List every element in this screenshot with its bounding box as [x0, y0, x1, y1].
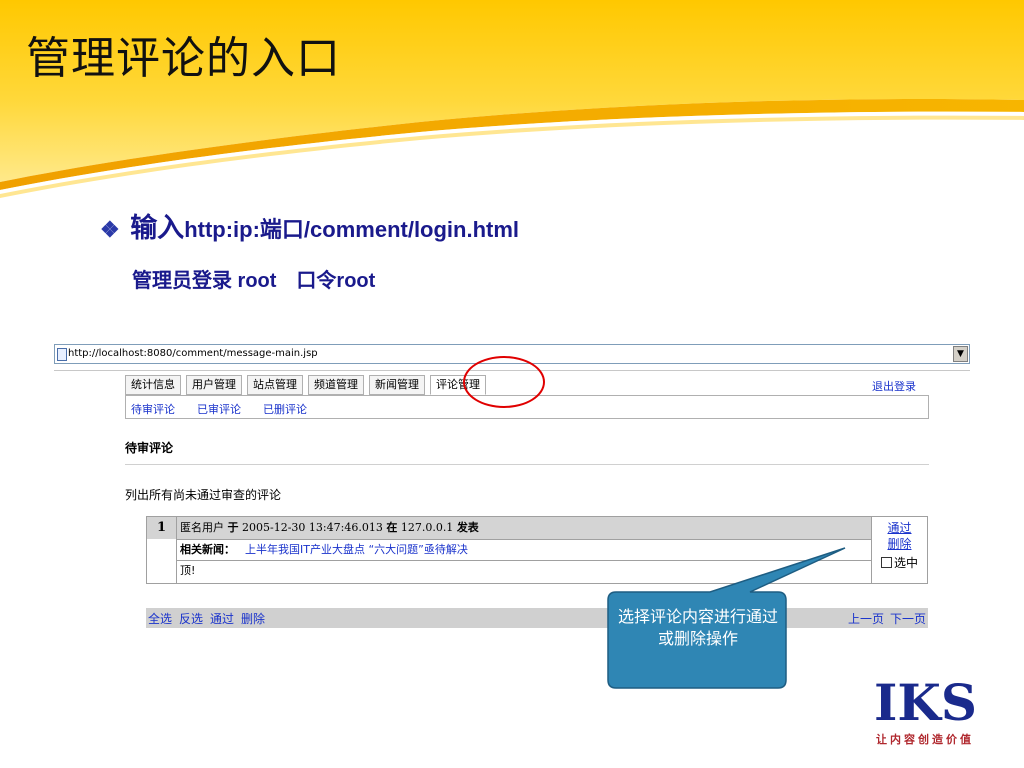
approve-link[interactable]: 通过 — [872, 520, 927, 536]
tab-users[interactable]: 用户管理 — [186, 375, 242, 395]
bullet-line: ❖ 输入http:ip:端口/comment/login.html — [100, 206, 519, 245]
callout-text: 选择评论内容进行通过或删除操作 — [617, 607, 778, 648]
tab-news[interactable]: 新闻管理 — [369, 375, 425, 395]
page-icon — [57, 348, 67, 361]
section-title: 待审评论 — [125, 441, 174, 455]
comment-time: 2005-12-30 13:47:46.013 — [242, 521, 383, 534]
main-tabs: 统计信息 用户管理 站点管理 频道管理 新闻管理 评论管理 — [125, 375, 486, 395]
section-divider — [125, 464, 929, 465]
invert-selection-link[interactable]: 反选 — [179, 610, 203, 627]
highlight-ellipse — [463, 356, 545, 408]
batch-delete-link[interactable]: 删除 — [241, 610, 265, 627]
slide-title: 管理评论的入口 — [26, 33, 341, 84]
section-description: 列出所有尚未通过审查的评论 — [125, 488, 282, 502]
comment-at-word: 于 — [227, 521, 239, 534]
subnav-reviewed[interactable]: 已审评论 — [197, 401, 241, 417]
logo-tagline: 让内容创造价值 — [876, 733, 974, 746]
comment-number: 1 — [147, 517, 177, 539]
tab-sites[interactable]: 站点管理 — [247, 375, 303, 395]
select-label: 选中 — [893, 556, 918, 570]
login-url-text: http:ip:端口/comment/login.html — [184, 217, 520, 242]
comment-in-word: 在 — [386, 521, 398, 534]
comment-ip: 127.0.0.1 — [400, 521, 454, 534]
admin-credentials-text: 管理员登录 root 口令root — [132, 270, 376, 292]
logout-link[interactable]: 退出登录 — [872, 378, 916, 394]
logo-letters: IKS — [874, 673, 977, 732]
subnav-deleted[interactable]: 已删评论 — [263, 401, 307, 417]
comment-header: 匿名用户 于 2005-12-30 13:47:46.013 在 127.0.0… — [177, 517, 871, 539]
checkbox-icon[interactable] — [880, 557, 892, 568]
address-text[interactable]: http://localhost:8080/comment/message-ma… — [68, 348, 318, 359]
related-news-link[interactable]: 上半年我国IT产业大盘点 “六大问题”亟待解决 — [245, 543, 468, 556]
comment-user: 匿名用户 — [180, 521, 224, 534]
comment-number-column — [147, 539, 177, 583]
bullet-input-word: 输入 — [130, 213, 185, 243]
iks-logo: IKS 让内容创造价值 — [868, 676, 998, 748]
select-all-link[interactable]: 全选 — [148, 610, 172, 627]
comment-actions: 通过 删除 选中 — [871, 517, 927, 583]
subnav-pending[interactable]: 待审评论 — [131, 401, 175, 417]
prev-page-link[interactable]: 上一页 — [848, 610, 884, 627]
next-page-link[interactable]: 下一页 — [890, 610, 926, 627]
comment-post-word: 发表 — [456, 521, 479, 534]
address-dropdown-icon[interactable]: ▼ — [953, 346, 968, 362]
related-news-label: 相关新闻： — [180, 543, 235, 556]
delete-link[interactable]: 删除 — [872, 536, 927, 552]
tab-channels[interactable]: 频道管理 — [308, 375, 364, 395]
select-checkbox[interactable]: 选中 — [872, 554, 927, 571]
tab-stats[interactable]: 统计信息 — [125, 375, 181, 395]
batch-approve-link[interactable]: 通过 — [210, 610, 234, 627]
diamond-bullet-icon: ❖ — [100, 217, 120, 242]
